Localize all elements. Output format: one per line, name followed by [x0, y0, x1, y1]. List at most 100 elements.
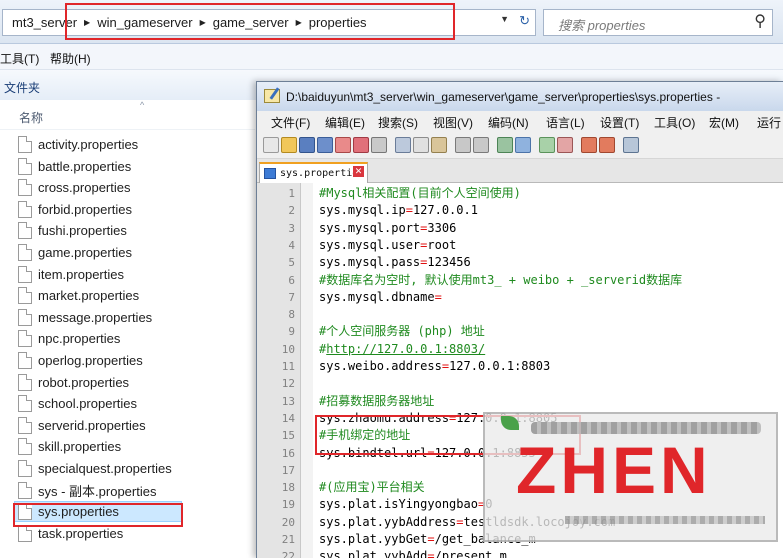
close-all-icon[interactable] [353, 137, 369, 153]
line-number: 21 [281, 533, 295, 546]
zoom-out-icon[interactable] [557, 137, 573, 153]
list-item[interactable]: school.properties [18, 393, 137, 414]
file-icon [18, 136, 32, 153]
replace-icon[interactable] [515, 137, 531, 153]
open-folder-icon[interactable] [281, 137, 297, 153]
list-item[interactable]: cross.properties [18, 177, 130, 198]
sync-horizontal-icon[interactable] [599, 137, 615, 153]
search-icon[interactable]: ⚲ [754, 11, 766, 31]
menu-help[interactable]: 帮助(H) [50, 50, 91, 67]
assignment-operator: = [427, 549, 435, 558]
property-value: 3306 [427, 220, 457, 235]
cut-icon[interactable] [395, 137, 411, 153]
file-icon [18, 179, 32, 197]
explorer-menu-bar: 工具(T) 帮助(H) [0, 44, 783, 70]
code-line[interactable]: #(应用宝)平台相关 [319, 479, 425, 496]
menu-tools[interactable]: 工具(T) [0, 50, 39, 67]
copy-icon[interactable] [413, 137, 429, 153]
menu-settings[interactable]: 设置(T) [600, 114, 639, 131]
list-item[interactable]: specialquest.properties [18, 458, 172, 479]
code-line[interactable]: #http://127.0.0.1:8803/ [319, 341, 485, 358]
code-line[interactable]: sys.weibo.address=127.0.0.1:8803 [319, 358, 550, 375]
code-line[interactable]: #招募数据服务器地址 [319, 393, 434, 410]
menu-view[interactable]: 视图(V) [433, 114, 473, 131]
menu-edit[interactable]: 编辑(E) [325, 114, 365, 131]
file-icon [18, 524, 32, 542]
code-line[interactable]: sys.mysql.pass=123456 [319, 254, 471, 271]
menu-language[interactable]: 语言(L) [546, 114, 585, 131]
code-hyperlink[interactable]: http://127.0.0.1:8803/ [326, 342, 485, 356]
line-number: 22 [281, 550, 295, 558]
line-number: 7 [288, 290, 295, 304]
file-icon [18, 481, 32, 499]
list-item[interactable]: market.properties [18, 285, 139, 306]
list-item[interactable]: battle.properties [18, 156, 131, 177]
list-item[interactable]: skill.properties [18, 436, 121, 457]
list-item[interactable]: robot.properties [18, 372, 129, 393]
new-file-icon[interactable] [263, 137, 279, 153]
search-input[interactable]: 搜索 properties ⚲ [543, 9, 773, 36]
close-file-icon[interactable] [335, 137, 351, 153]
property-key: sys.plat.yybAdd [319, 549, 428, 558]
list-item[interactable]: message.properties [18, 307, 152, 328]
code-line[interactable]: sys.mysql.user=root [319, 237, 456, 254]
line-number: 12 [281, 377, 295, 391]
menu-file[interactable]: 文件(F) [271, 114, 310, 131]
paste-icon[interactable] [431, 137, 447, 153]
sync-vertical-icon[interactable] [581, 137, 597, 153]
file-icon [18, 200, 32, 218]
menu-macro[interactable]: 宏(M) [709, 114, 739, 131]
file-icon [18, 308, 32, 326]
code-comment: #个人空间服务器 (php) 地址 [319, 324, 485, 339]
list-item[interactable]: forbid.properties [18, 199, 132, 220]
refresh-icon[interactable]: ↻ [519, 13, 530, 29]
column-header-name[interactable]: 名称 [19, 109, 43, 126]
code-line[interactable]: sys.mysql.port=3306 [319, 220, 456, 237]
history-dropdown-icon[interactable]: ▼ [500, 14, 509, 24]
menu-search[interactable]: 搜索(S) [378, 114, 418, 131]
code-line[interactable]: sys.plat.isYingyongbao=0 [319, 496, 492, 513]
list-item[interactable]: npc.properties [18, 328, 120, 349]
close-icon[interactable]: ✕ [353, 166, 364, 177]
column-header[interactable]: ^ 名称 [0, 100, 255, 130]
zoom-in-icon[interactable] [539, 137, 555, 153]
list-item[interactable]: fushi.properties [18, 220, 127, 241]
address-bar: mt3_server ▶ win_gameserver ▶ game_serve… [0, 0, 783, 44]
pane-title: 文件夹 [4, 81, 41, 95]
fold-margin [301, 183, 313, 558]
menu-tools[interactable]: 工具(O) [654, 114, 695, 131]
list-item[interactable]: serverid.properties [18, 415, 146, 436]
window-title-bar[interactable]: D:\baiduyun\mt3_server\win_gameserver\ga… [257, 82, 783, 111]
undo-icon[interactable] [455, 137, 471, 153]
code-line[interactable]: sys.mysql.ip=127.0.0.1 [319, 202, 478, 219]
list-item[interactable]: operlog.properties [18, 350, 143, 371]
code-line[interactable]: #数据库名为空时, 默认使用mt3_ + weibo + _serverid数据… [319, 272, 682, 289]
code-line[interactable]: sys.plat.yybAdd=/present_m [319, 548, 507, 558]
list-item[interactable]: activity.properties [18, 134, 138, 155]
tab-sys-properties[interactable]: sys.properties ✕ [259, 162, 368, 183]
menu-run[interactable]: 运行 [757, 114, 781, 131]
file-icon [18, 222, 32, 240]
file-icon [18, 244, 32, 261]
code-line[interactable]: #个人空间服务器 (php) 地址 [319, 323, 485, 340]
save-icon[interactable] [299, 137, 315, 153]
code-line[interactable]: sys.mysql.dbname= [319, 289, 442, 306]
list-item[interactable]: item.properties [18, 264, 124, 285]
file-icon [18, 460, 32, 477]
list-item[interactable]: sys - 副本.properties [18, 480, 156, 501]
menu-encoding[interactable]: 编码(N) [488, 114, 529, 131]
line-number: 8 [288, 308, 295, 322]
line-number: 3 [288, 221, 295, 235]
property-value: 127.0.0.1:8803 [449, 359, 551, 373]
line-number: 17 [281, 463, 295, 477]
word-wrap-icon[interactable] [623, 137, 639, 153]
find-icon[interactable] [497, 137, 513, 153]
property-key: sys.plat.yybGet [319, 532, 428, 546]
code-line[interactable]: #Mysql相关配置(目前个人空间使用) [319, 185, 521, 202]
print-icon[interactable] [371, 137, 387, 153]
redo-icon[interactable] [473, 137, 489, 153]
save-all-icon[interactable] [317, 137, 333, 153]
list-item[interactable]: game.properties [18, 242, 132, 263]
line-number: 16 [281, 446, 295, 460]
line-number: 18 [281, 481, 295, 495]
